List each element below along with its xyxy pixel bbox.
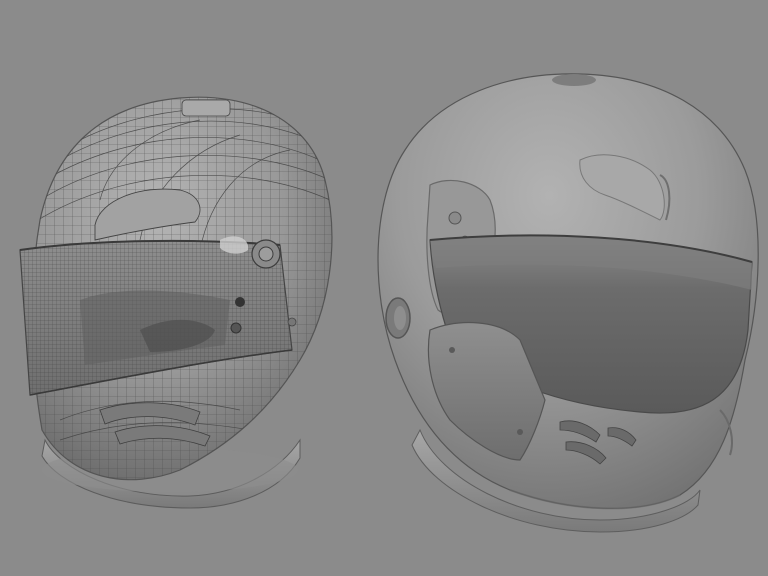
shaded-helmet <box>377 73 759 533</box>
render-viewport <box>0 0 768 576</box>
wireframe-helmet <box>19 96 333 509</box>
helmet-render <box>19 73 759 533</box>
